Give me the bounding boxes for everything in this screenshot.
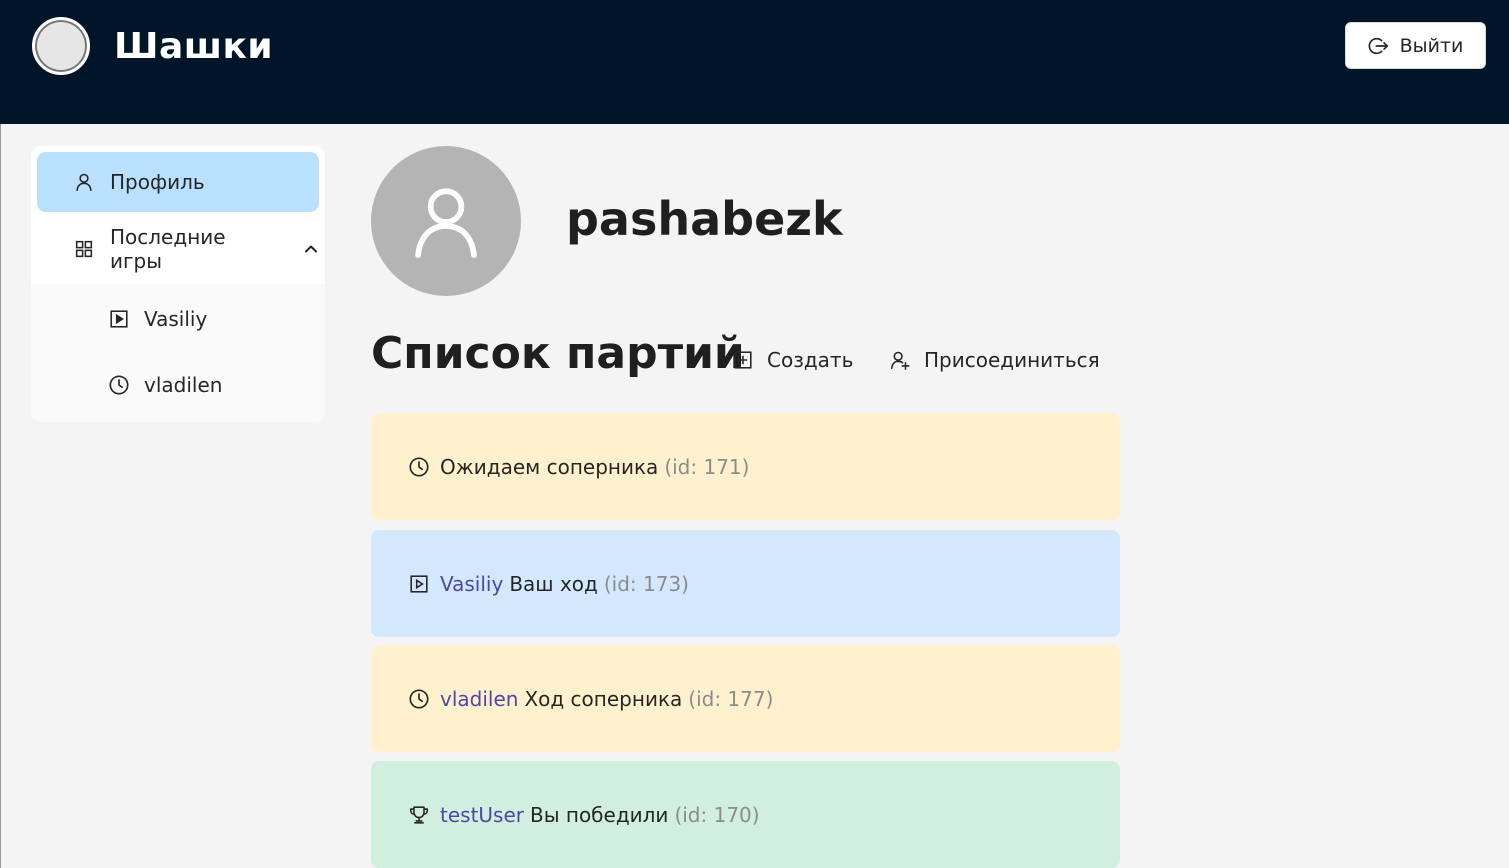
game-status: Вы победили: [530, 802, 669, 827]
opponent-link[interactable]: testUser: [440, 803, 524, 827]
sidebar-item-game-vasiliy[interactable]: Vasiliy: [37, 290, 319, 348]
game-card[interactable]: testUser Вы победили (id: 170): [371, 761, 1120, 868]
game-status: Ваш ход: [509, 571, 598, 596]
sidebar-item-label: Последние игры: [110, 225, 226, 273]
game-id: (id: 173): [603, 571, 689, 596]
game-status: Ход соперника: [524, 686, 683, 711]
clock-icon: [409, 688, 429, 709]
game-status: Ожидаем соперника: [440, 454, 659, 479]
game-id: (id: 171): [664, 454, 750, 479]
game-card[interactable]: vladilen Ход соперника (id: 177): [371, 645, 1120, 752]
app-title: Шашки: [114, 26, 274, 67]
plus-square-icon: [734, 351, 752, 369]
game-card[interactable]: Vasiliy Ваш ход (id: 173): [371, 530, 1120, 637]
create-game-button[interactable]: Создать: [732, 340, 853, 380]
user-add-icon: [890, 351, 910, 370]
sidebar-item-recent-games[interactable]: Последние игры: [37, 218, 319, 280]
window-edge: [0, 124, 1, 868]
sidebar-item-label: Профиль: [110, 170, 205, 194]
logout-label: Выйти: [1399, 34, 1464, 57]
opponent-link[interactable]: vladilen: [440, 687, 518, 711]
trophy-icon: [409, 805, 429, 824]
sidebar-submenu: Vasiliy vladilen: [31, 284, 325, 422]
clock-icon: [109, 375, 129, 395]
create-game-label: Создать: [767, 348, 854, 372]
logout-button[interactable]: Выйти: [1345, 22, 1486, 69]
logout-icon: [1368, 37, 1389, 54]
sidebar: Профиль Последние игры Vasiliy vladilen: [31, 146, 325, 422]
join-game-button[interactable]: Присоединиться: [889, 340, 1100, 380]
username: pashabezk: [566, 192, 843, 246]
avatar: [371, 146, 521, 296]
game-id: (id: 170): [674, 802, 760, 827]
app-header: Шашки Выйти: [0, 0, 1509, 124]
games-list-title: Список партий: [371, 328, 745, 379]
user-avatar-icon: [415, 188, 477, 258]
user-icon: [76, 173, 92, 192]
chevron-up-icon: [305, 245, 317, 253]
clock-icon: [409, 456, 429, 477]
sidebar-item-profile[interactable]: Профиль: [37, 152, 319, 212]
opponent-link[interactable]: Vasiliy: [440, 572, 503, 596]
play-square-icon: [110, 310, 128, 328]
game-card[interactable]: Ожидаем соперника (id: 171): [371, 413, 1120, 520]
sidebar-item-label: Vasiliy: [144, 307, 208, 331]
grid-icon: [75, 240, 93, 258]
sidebar-item-game-vladilen[interactable]: vladilen: [37, 356, 319, 414]
join-game-label: Присоединиться: [924, 348, 1100, 372]
game-id: (id: 177): [688, 686, 774, 711]
sidebar-item-label: vladilen: [144, 373, 223, 397]
play-square-icon: [410, 574, 428, 593]
logo-icon[interactable]: [32, 17, 90, 75]
